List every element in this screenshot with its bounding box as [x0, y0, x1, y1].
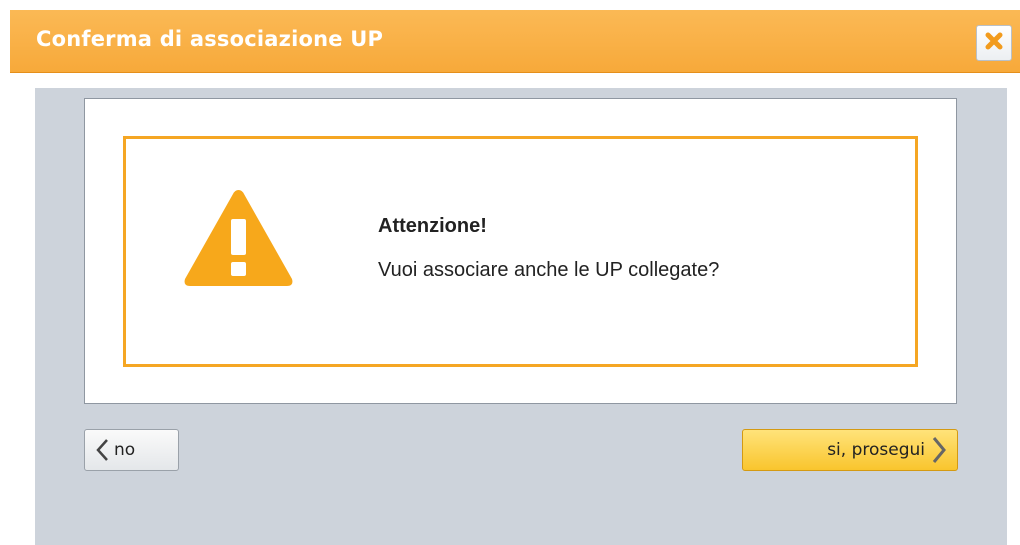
dialog-title: Conferma di associazione UP	[36, 27, 384, 51]
chevron-right-icon	[931, 436, 947, 464]
confirm-button[interactable]: si, prosegui	[742, 429, 958, 471]
warning-icon	[181, 186, 296, 290]
alert-title: Attenzione!	[378, 215, 487, 237]
alert-message: Vuoi associare anche le UP collegate?	[378, 259, 720, 281]
chevron-left-icon	[95, 438, 109, 462]
dialog-body: Attenzione! Vuoi associare anche le UP c…	[35, 88, 1007, 545]
close-icon	[984, 31, 1004, 56]
no-button[interactable]: no	[84, 429, 179, 471]
close-button[interactable]	[976, 25, 1012, 61]
confirm-button-label: si, prosegui	[827, 440, 925, 460]
dialog-titlebar: Conferma di associazione UP	[10, 10, 1020, 73]
alert-box: Attenzione! Vuoi associare anche le UP c…	[123, 136, 918, 367]
no-button-label: no	[114, 440, 136, 460]
message-card: Attenzione! Vuoi associare anche le UP c…	[84, 98, 957, 404]
